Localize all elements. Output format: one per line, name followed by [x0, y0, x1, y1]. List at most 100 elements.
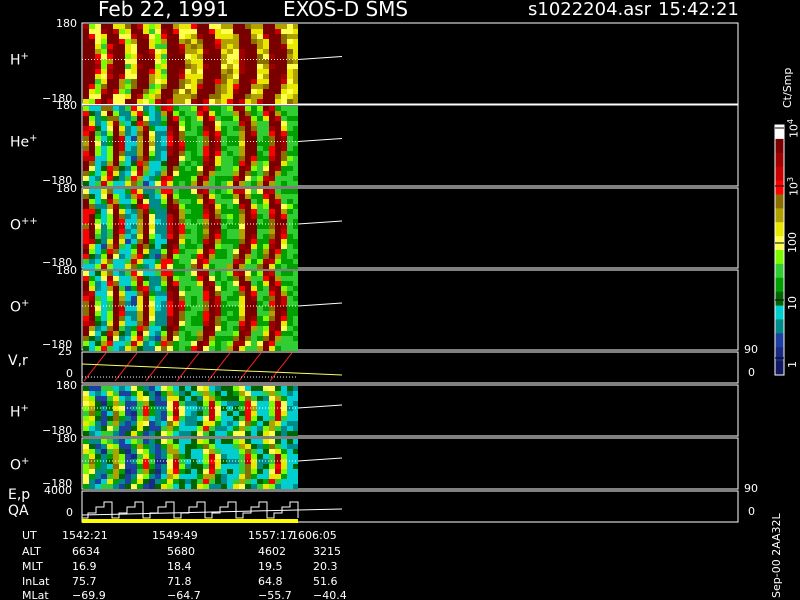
spectrogram-cell: [245, 421, 251, 426]
spectrogram-cell: [203, 421, 209, 426]
spectrogram-cell: [137, 94, 143, 99]
spectrogram-cell: [191, 89, 197, 94]
spectrogram-cell: [155, 259, 161, 264]
spectrogram-cell: [137, 156, 143, 161]
spectrogram-cell: [203, 276, 209, 281]
spectrogram-cell: [245, 106, 251, 111]
spectrogram-cell: [137, 386, 143, 391]
spectrogram-cell: [233, 39, 239, 44]
spectrogram-cell: [179, 396, 185, 401]
spectrogram-cell: [125, 321, 131, 326]
spectrogram-cell: [203, 306, 209, 311]
spectrogram-cell: [227, 171, 233, 176]
spectrogram-cell: [269, 326, 275, 331]
spectrogram-cell: [275, 454, 281, 459]
spectrogram-cell: [95, 244, 101, 249]
spectrogram-cell: [179, 386, 185, 391]
spectrogram-cell: [89, 296, 95, 301]
spectrogram-cell: [149, 346, 155, 351]
spectrogram-cell: [95, 239, 101, 244]
spectrogram-cell: [245, 136, 251, 141]
spectrogram-cell: [95, 199, 101, 204]
spectrogram-cell: [275, 189, 281, 194]
spectrogram-cell: [101, 444, 107, 449]
spectrogram-cell: [173, 116, 179, 121]
spectrogram-cell: [197, 136, 203, 141]
spectrogram-cell: [239, 214, 245, 219]
spectrogram-cell: [143, 151, 149, 156]
spectrogram-cell: [131, 426, 137, 431]
spectrogram-cell: [185, 54, 191, 59]
spectrogram-cell: [263, 161, 269, 166]
spectrogram-cell: [233, 79, 239, 84]
spectrogram-cell: [155, 426, 161, 431]
spectrogram-cell: [125, 444, 131, 449]
spectrogram-cell: [245, 346, 251, 351]
spectrogram-cell: [275, 259, 281, 264]
spectrogram-cell: [203, 386, 209, 391]
spectrogram-cell: [173, 199, 179, 204]
spectrogram-cell: [143, 161, 149, 166]
spectrogram-cell: [119, 331, 125, 336]
spectrogram-cell: [161, 194, 167, 199]
spectrogram-cell: [191, 439, 197, 444]
spectrogram-cell: [125, 156, 131, 161]
spectrogram-cell: [251, 479, 257, 484]
spectrogram-cell: [269, 29, 275, 34]
spectrogram-cell: [293, 391, 298, 396]
spectrogram-cell: [167, 311, 173, 316]
spectrogram-cell: [83, 286, 89, 291]
spectrogram-cell: [137, 301, 143, 306]
spectrogram-cell: [89, 259, 95, 264]
right-axis-bottom-label: 0: [748, 505, 755, 518]
spectrogram-cell: [215, 106, 221, 111]
spectrogram-cell: [233, 44, 239, 49]
spectrogram-cell: [125, 229, 131, 234]
spectrogram-cell: [245, 281, 251, 286]
spectrogram-cell: [89, 406, 95, 411]
spectrogram-cell: [293, 401, 298, 406]
ephemeris-col-3-value: 19.5: [258, 560, 283, 573]
spectrogram-cell: [197, 161, 203, 166]
spectrogram-cell: [251, 131, 257, 136]
colorbar-segment: [775, 222, 784, 237]
spectrogram-cell: [143, 49, 149, 54]
spectrogram-cell: [287, 84, 293, 89]
spectrogram-cell: [95, 426, 101, 431]
spectrogram-cell: [239, 421, 245, 426]
spectrogram-cell: [107, 161, 113, 166]
spectrogram-cell: [179, 464, 185, 469]
spectrogram-cell: [203, 199, 209, 204]
spectrogram-cell: [263, 391, 269, 396]
spectrogram-cell: [125, 79, 131, 84]
spectrogram-cell: [155, 136, 161, 141]
spectrogram-cell: [245, 426, 251, 431]
spectrogram-cell: [269, 94, 275, 99]
spectrogram-cell: [83, 99, 89, 104]
spectrogram-cell: [119, 341, 125, 346]
spectrogram-cell: [257, 136, 263, 141]
spectrogram-cell: [131, 411, 137, 416]
spectrogram-cell: [149, 311, 155, 316]
spectrogram-cell: [257, 346, 263, 351]
spectrogram-cell: [161, 29, 167, 34]
spectrogram-cell: [203, 156, 209, 161]
spectrogram-cell: [215, 306, 221, 311]
spectrogram-cell: [161, 34, 167, 39]
spectrogram-cell: [281, 316, 287, 321]
spectrogram-cell: [89, 111, 95, 116]
spectrogram-cell: [149, 416, 155, 421]
colorbar-segment: [775, 319, 784, 334]
spectrogram-cell: [107, 64, 113, 69]
spectrogram-cell: [209, 214, 215, 219]
spectrogram-cell: [251, 386, 257, 391]
spectrogram-cell: [257, 151, 263, 156]
spectrogram-cell: [191, 474, 197, 479]
spectrogram-cell: [155, 156, 161, 161]
spectrogram-cell: [161, 234, 167, 239]
spectrogram-cell: [203, 146, 209, 151]
spectrogram-cell: [125, 121, 131, 126]
spectrogram-cell: [293, 209, 298, 214]
spectrogram-cell: [95, 276, 101, 281]
spectrogram-cell: [137, 459, 143, 464]
